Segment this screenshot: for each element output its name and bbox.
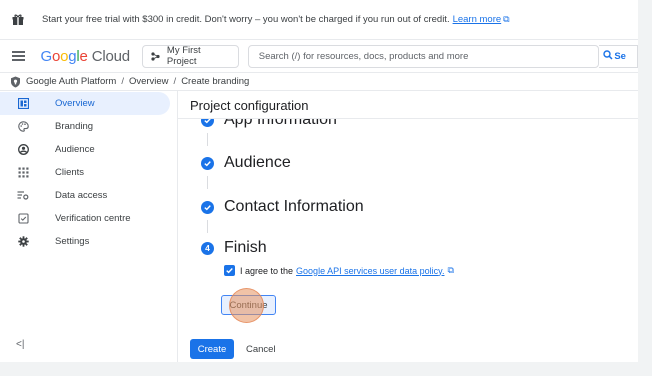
click-indicator — [229, 288, 264, 323]
sidebar-item-label: Overview — [55, 98, 95, 109]
check-circle-icon — [201, 156, 214, 170]
step-label: Finish — [224, 239, 267, 256]
sidebar-item-label: Verification centre — [55, 213, 131, 224]
breadcrumb: Google Auth Platform / Overview / Create… — [0, 73, 638, 91]
data-access-icon — [17, 190, 29, 202]
page-title: Project configuration — [190, 98, 309, 113]
top-bar: Google Cloud My First Project Search (/)… — [0, 40, 638, 73]
check-circle-icon — [201, 119, 214, 127]
learn-more-link[interactable]: Learn more — [453, 14, 502, 25]
sidebar-item-data-access[interactable]: Data access — [0, 184, 170, 207]
person-circle-icon — [17, 144, 29, 156]
search-button[interactable]: Se — [599, 44, 638, 68]
step-connector — [207, 220, 208, 233]
step-label: Contact Information — [224, 198, 364, 215]
breadcrumb-separator: / — [173, 76, 177, 87]
gear-icon — [17, 236, 29, 248]
grid-icon — [17, 167, 29, 179]
check-circle-icon — [201, 200, 214, 214]
sidebar-item-label: Clients — [55, 167, 85, 178]
sidebar-item-label: Data access — [55, 190, 108, 201]
project-icon — [150, 51, 161, 62]
create-button[interactable]: Create — [190, 339, 234, 359]
sidebar-item-branding[interactable]: Branding — [0, 115, 170, 138]
main-content: Project configuration App Information Au… — [178, 91, 638, 362]
agree-policy-row: I agree to the Google API services user … — [224, 265, 454, 276]
breadcrumb-item[interactable]: Overview — [129, 76, 169, 87]
cancel-button[interactable]: Cancel — [246, 339, 276, 359]
sidebar-item-clients[interactable]: Clients — [0, 161, 170, 184]
breadcrumb-item: Create branding — [181, 76, 250, 87]
step-contact-information[interactable]: Contact Information — [201, 198, 364, 216]
step-audience[interactable]: Audience — [201, 154, 291, 172]
project-name: My First Project — [166, 45, 201, 67]
verified-icon — [17, 213, 29, 225]
step-connector — [207, 133, 208, 146]
step-number-badge: 4 — [201, 241, 214, 255]
step-finish[interactable]: 4 Finish — [201, 239, 267, 257]
stepper: App Information Audience Contact Informa… — [178, 119, 638, 334]
shield-icon — [10, 76, 21, 88]
google-cloud-logo[interactable]: Google Cloud — [40, 48, 130, 65]
sidebar-item-settings[interactable]: Settings — [0, 230, 170, 253]
breadcrumb-item[interactable]: Google Auth Platform — [26, 76, 116, 87]
sidebar-item-label: Settings — [55, 236, 90, 247]
step-connector — [207, 176, 208, 189]
sidebar-item-overview[interactable]: Overview — [0, 92, 170, 115]
gift-icon — [12, 14, 24, 26]
palette-icon — [17, 121, 29, 133]
step-label: Audience — [224, 154, 291, 171]
external-link-icon: ⧉ — [447, 265, 454, 275]
sidebar-item-audience[interactable]: Audience — [0, 138, 170, 161]
sidebar-item-label: Branding — [55, 121, 94, 132]
sidebar-item-label: Audience — [55, 144, 95, 155]
project-picker-button[interactable]: My First Project — [141, 44, 239, 68]
agree-text: I agree to the — [240, 265, 294, 276]
sidebar-item-verification-centre[interactable]: Verification centre — [0, 207, 170, 230]
promo-text: Start your free trial with $300 in credi… — [42, 14, 450, 25]
step-label: App Information — [224, 119, 337, 128]
step-app-information[interactable]: App Information — [201, 119, 337, 129]
collapse-sidebar-icon[interactable]: <| — [16, 339, 24, 350]
external-link-icon: ⧉ — [503, 14, 510, 24]
hamburger-menu-icon[interactable] — [11, 48, 26, 64]
sidebar: Overview Branding Audience Clients Data … — [0, 91, 178, 362]
dashboard-icon — [17, 98, 29, 110]
search-input[interactable]: Search (/) for resources, docs, products… — [247, 44, 600, 68]
breadcrumb-separator: / — [121, 76, 124, 87]
search-icon — [603, 49, 613, 63]
page: Start your free trial with $300 in credi… — [0, 0, 638, 362]
search-placeholder: Search (/) for resources, docs, products… — [258, 50, 469, 62]
agree-checkbox[interactable] — [224, 265, 235, 276]
promo-banner: Start your free trial with $300 in credi… — [0, 0, 638, 40]
user-data-policy-link[interactable]: Google API services user data policy. — [296, 266, 444, 276]
